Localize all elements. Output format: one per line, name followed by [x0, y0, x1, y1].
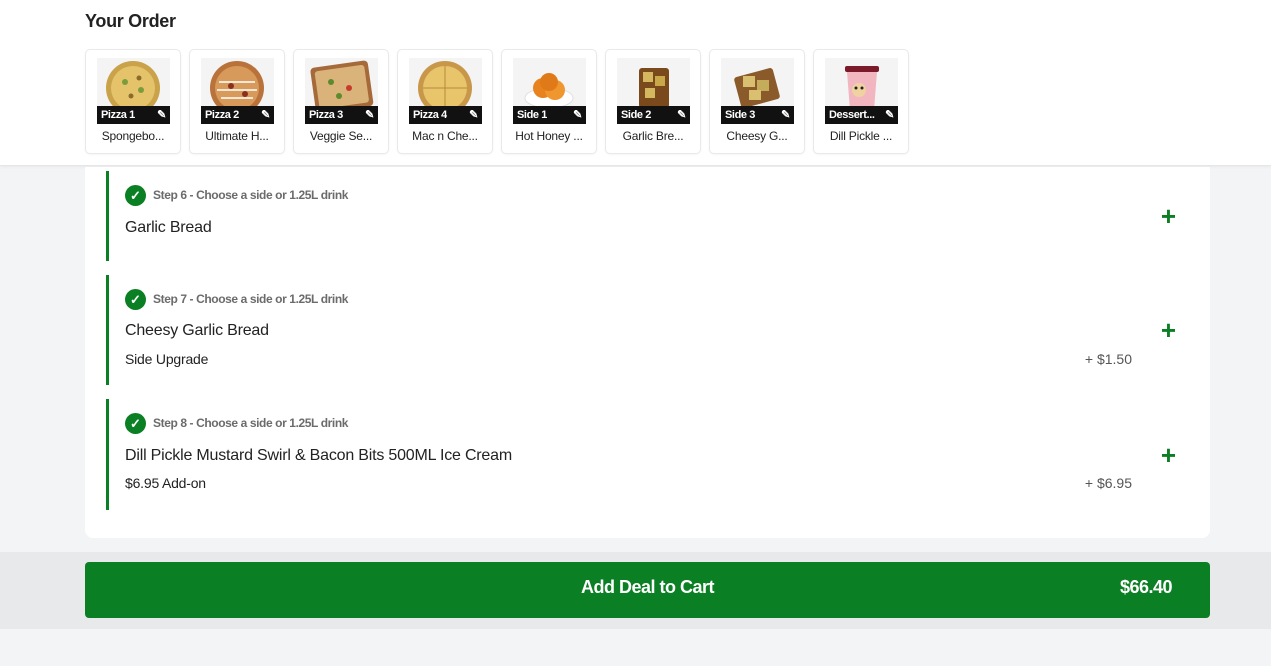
item-tag: Pizza 4 ✎	[409, 106, 482, 124]
order-title: Your Order	[85, 11, 176, 31]
plus-icon[interactable]: +	[1161, 442, 1176, 468]
item-name: Garlic Bre...	[622, 129, 684, 143]
pencil-icon[interactable]: ✎	[469, 106, 478, 124]
order-item-card[interactable]: Side 2 ✎ Garlic Bre...	[605, 49, 701, 154]
pencil-icon[interactable]: ✎	[261, 106, 270, 124]
cart-button-label: Add Deal to Cart	[580, 577, 715, 597]
item-tag: Pizza 1 ✎	[97, 106, 170, 124]
item-tag: Pizza 3 ✎	[305, 106, 378, 124]
step-section: ✓ Step 7 - Choose a side or 1.25L drink …	[106, 275, 1186, 385]
item-tag: Dessert... ✎	[825, 106, 898, 124]
pencil-icon[interactable]: ✎	[677, 106, 686, 124]
plus-icon[interactable]: +	[1161, 203, 1176, 229]
order-item-card[interactable]: Pizza 2 ✎ Ultimate H...	[189, 49, 285, 154]
item-name: Dill Pickle ...	[829, 129, 893, 143]
step-price: + $6.95	[1084, 475, 1132, 491]
order-item-card[interactable]: Dessert... ✎ Dill Pickle ...	[813, 49, 909, 154]
step-option-note: $6.95 Add-on	[125, 475, 206, 491]
item-tag: Side 2 ✎	[617, 106, 690, 124]
pencil-icon[interactable]: ✎	[885, 106, 894, 124]
checkmark-circle-icon: ✓	[125, 185, 146, 206]
checkmark-circle-icon: ✓	[125, 289, 146, 310]
order-item-card[interactable]: Pizza 1 ✎ Spongebo...	[85, 49, 181, 154]
step-selected-item: Garlic Bread	[125, 219, 212, 236]
pencil-icon[interactable]: ✎	[157, 106, 166, 124]
order-item-card[interactable]: Pizza 3 ✎ Veggie Se...	[293, 49, 389, 154]
item-tag: Side 3 ✎	[721, 106, 794, 124]
add-deal-to-cart-button[interactable]: Add Deal to Cart $66.40	[85, 562, 1210, 618]
item-name: Ultimate H...	[205, 129, 269, 143]
order-item-card[interactable]: Side 1 ✎ Hot Honey ...	[501, 49, 597, 154]
item-name: Spongebo...	[101, 129, 165, 143]
step-section: ✓ Step 6 - Choose a side or 1.25L drink …	[106, 171, 1186, 261]
item-name: Cheesy G...	[726, 129, 788, 143]
order-items-strip: Pizza 1 ✎ Spongebo... Pizza 2 ✎ Ultimate H…	[85, 49, 917, 154]
cart-total: $66.40	[1119, 577, 1173, 597]
item-tag: Side 1 ✎	[513, 106, 586, 124]
order-item-card[interactable]: Side 3 ✎ Cheesy G...	[709, 49, 805, 154]
item-name: Veggie Se...	[309, 129, 373, 143]
item-name: Mac n Che...	[412, 129, 478, 143]
pencil-icon[interactable]: ✎	[781, 106, 790, 124]
step-label: Step 8 - Choose a side or 1.25L drink	[153, 416, 349, 430]
step-option-note: Side Upgrade	[125, 351, 209, 367]
checkmark-circle-icon: ✓	[125, 413, 146, 434]
step-label: Step 7 - Choose a side or 1.25L drink	[153, 292, 349, 306]
item-name: Hot Honey ...	[515, 129, 583, 143]
step-label: Step 6 - Choose a side or 1.25L drink	[153, 188, 349, 202]
item-tag: Pizza 2 ✎	[201, 106, 274, 124]
plus-icon[interactable]: +	[1161, 317, 1176, 343]
pencil-icon[interactable]: ✎	[365, 106, 374, 124]
step-price: + $1.50	[1084, 351, 1132, 367]
pencil-icon[interactable]: ✎	[573, 106, 582, 124]
step-selected-item: Dill Pickle Mustard Swirl & Bacon Bits 5…	[125, 447, 512, 464]
step-selected-item: Cheesy Garlic Bread	[125, 322, 269, 339]
step-section: ✓ Step 8 - Choose a side or 1.25L drink …	[106, 399, 1186, 510]
order-summary-header: Your Order Pizza 1 ✎ Spongebo... Pizza 2 ✎…	[0, 0, 1271, 166]
deal-steps-panel: ✓ Step 6 - Choose a side or 1.25L drink …	[85, 167, 1210, 538]
order-item-card[interactable]: Pizza 4 ✎ Mac n Che...	[397, 49, 493, 154]
